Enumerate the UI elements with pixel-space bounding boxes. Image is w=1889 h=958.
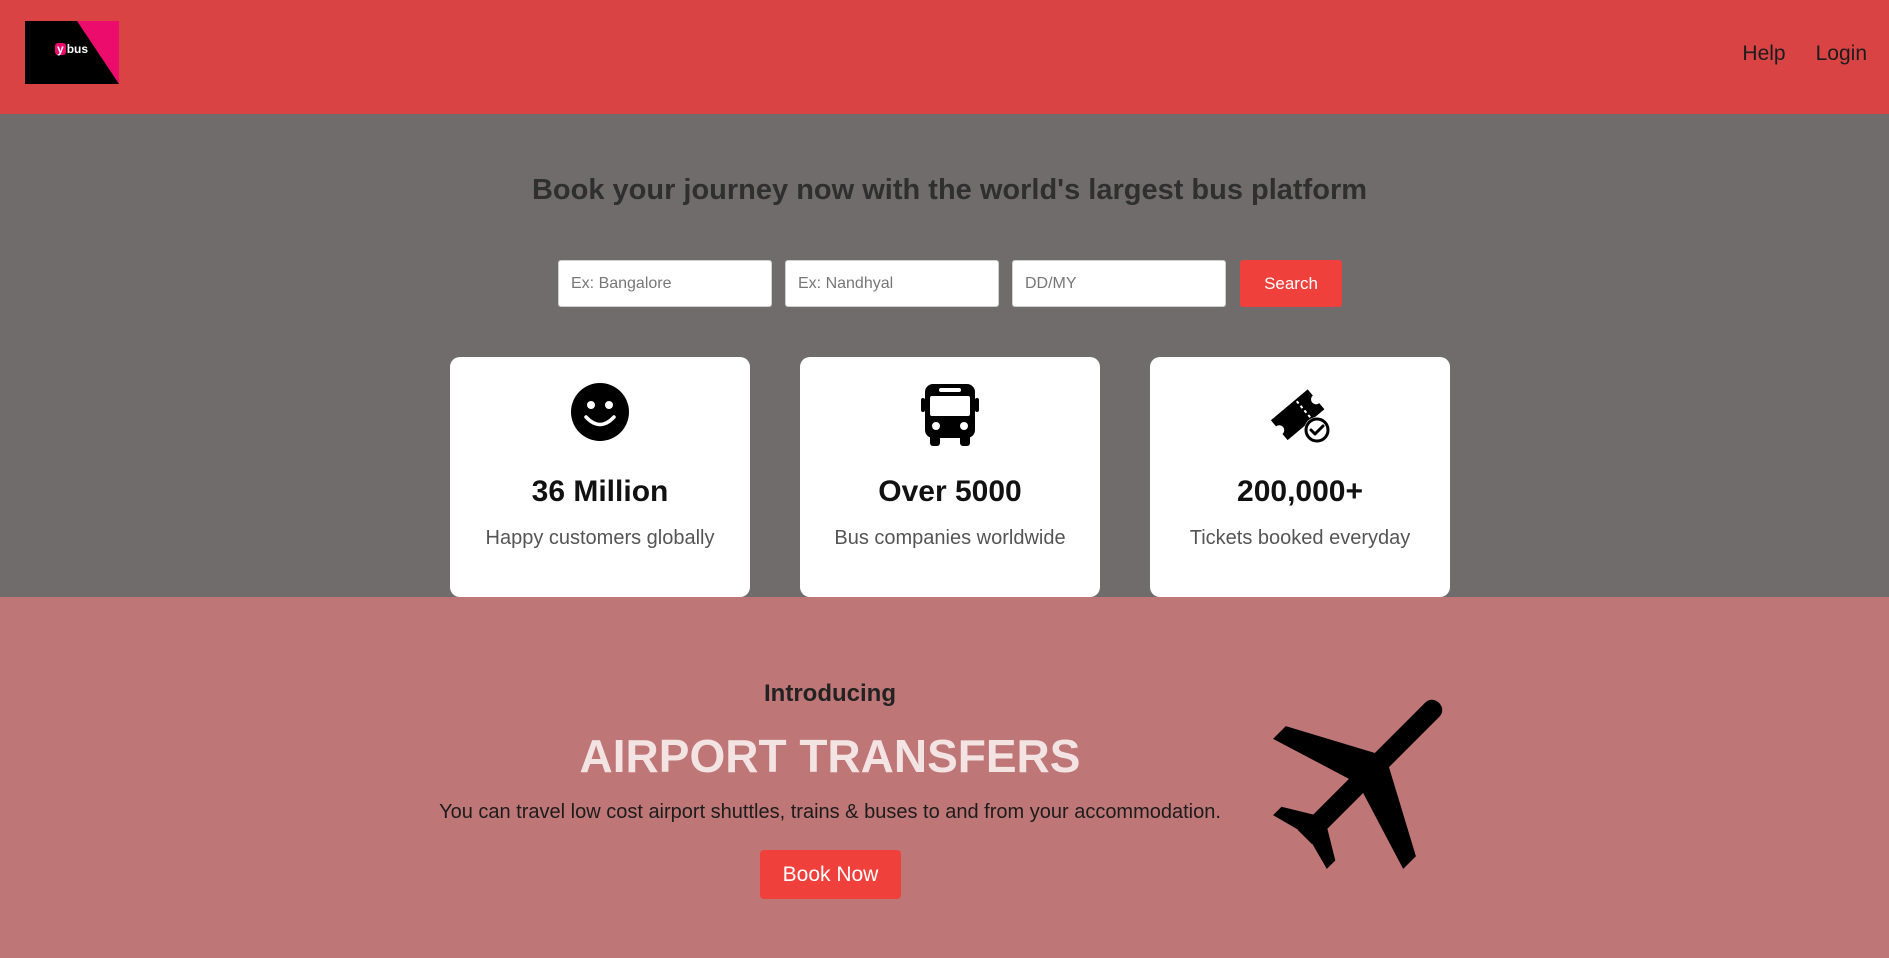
nav-help-link[interactable]: Help — [1742, 42, 1785, 66]
logo-text: y bus — [55, 42, 89, 56]
logo[interactable]: y bus — [25, 21, 119, 84]
smiley-icon — [571, 383, 629, 441]
bus-icon — [921, 384, 979, 446]
nav: Help Login — [1742, 42, 1867, 66]
from-input[interactable] — [558, 260, 772, 307]
stat-description: Bus companies worldwide — [834, 527, 1066, 549]
stat-card-companies: Over 5000 Bus companies worldwide — [800, 357, 1100, 597]
stat-value: 200,000+ — [1237, 475, 1363, 508]
stat-description: Happy customers globally — [485, 527, 715, 549]
airport-title: AIRPORT TRANSFERS — [579, 730, 1081, 782]
search-button[interactable]: Search — [1240, 260, 1342, 307]
airplane-icon — [1273, 699, 1443, 869]
to-input[interactable] — [785, 260, 999, 307]
stat-card-tickets: 200,000+ Tickets booked everyday — [1150, 357, 1450, 597]
hero-title: Book your journey now with the world's l… — [531, 174, 1368, 206]
intro-label: Introducing — [764, 680, 896, 707]
date-input[interactable] — [1012, 260, 1226, 307]
nav-login-link[interactable]: Login — [1816, 42, 1867, 66]
header: y bus Help Login — [0, 0, 1889, 114]
airport-description: You can travel low cost airport shuttles… — [439, 801, 1221, 823]
book-now-button[interactable]: Book Now — [760, 850, 901, 899]
search-form: Search — [558, 260, 1342, 307]
stat-description: Tickets booked everyday — [1189, 527, 1411, 549]
ticket-check-icon — [1270, 389, 1330, 443]
stat-card-customers: 36 Million Happy customers globally — [450, 357, 750, 597]
stat-value: Over 5000 — [878, 475, 1022, 508]
hero-section: Book your journey now with the world's l… — [0, 114, 1889, 597]
stat-value: 36 Million — [531, 475, 669, 508]
airport-section: Introducing AIRPORT TRANSFERS You can tr… — [0, 597, 1889, 958]
